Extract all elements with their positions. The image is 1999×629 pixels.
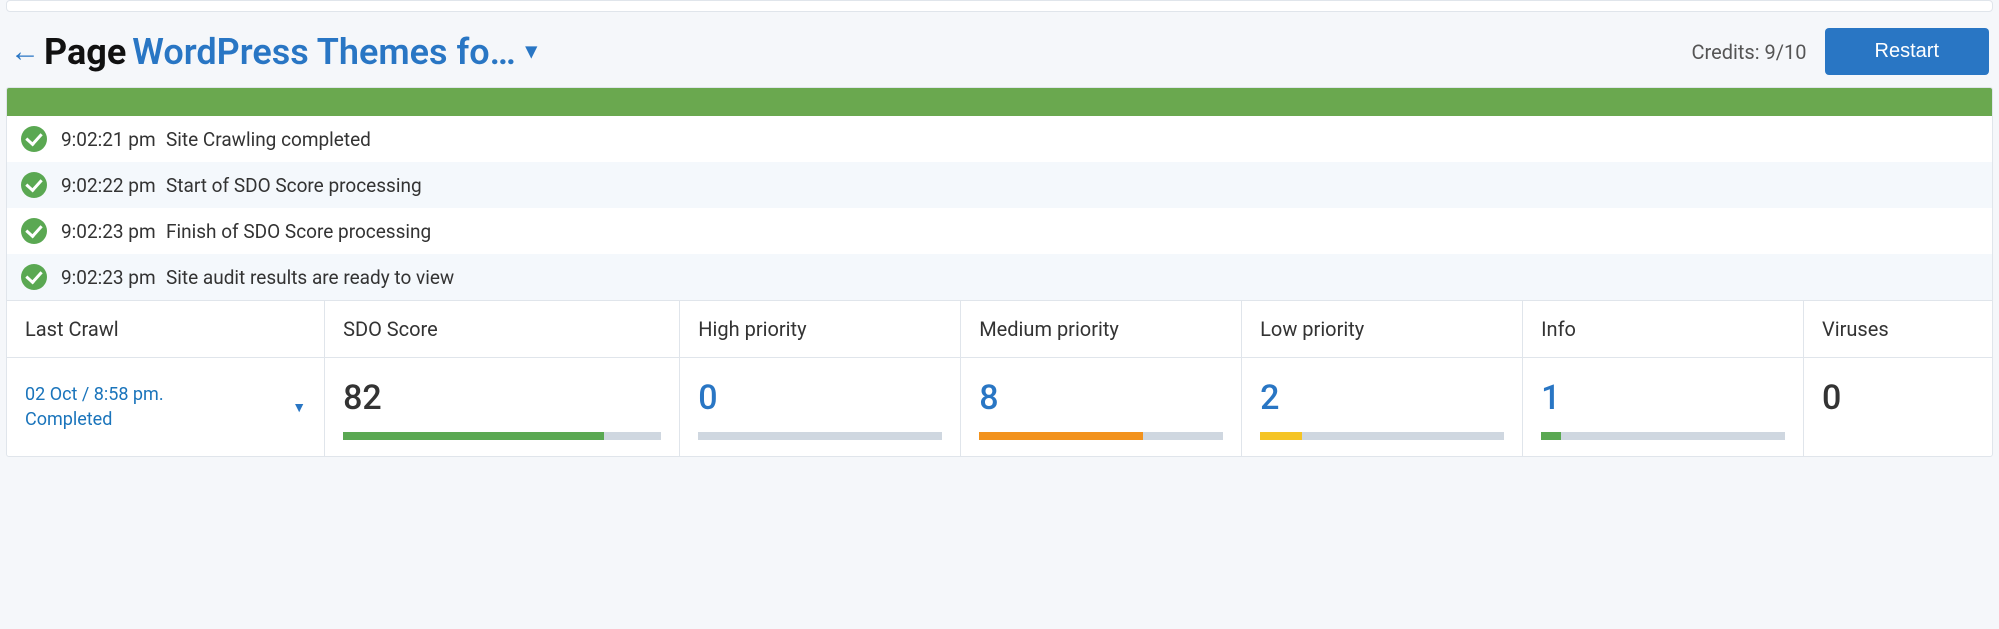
col-viruses: Viruses [1804, 301, 1992, 357]
log-row: 9:02:22 pm Start of SDO Score processing [7, 162, 1992, 208]
last-crawl-date: 02 Oct / 8:58 pm. [25, 382, 164, 407]
back-arrow-icon[interactable]: ← [10, 37, 40, 67]
credits-label: Credits: 9/10 [1692, 40, 1807, 64]
info-cell: 1 [1523, 358, 1804, 456]
low-priority-bar [1260, 432, 1504, 440]
col-medium-priority: Medium priority [961, 301, 1242, 357]
sdo-score-cell: 82 [325, 358, 680, 456]
log-message: Start of SDO Score processing [166, 174, 422, 197]
metrics-body-row: 02 Oct / 8:58 pm. Completed ▼ 82 0 8 2 1… [7, 358, 1992, 456]
page-title: Page WordPress Themes fo… ▾ [44, 31, 537, 73]
viruses-cell: 0 [1804, 358, 1992, 456]
sdo-score-value: 82 [343, 378, 661, 418]
page-header: ← Page WordPress Themes fo… ▾ Credits: 9… [0, 20, 1999, 87]
high-priority-bar [698, 432, 942, 440]
progress-complete-bar [7, 88, 1992, 116]
last-crawl-status: Completed [25, 407, 164, 432]
col-high-priority: High priority [680, 301, 961, 357]
restart-button[interactable]: Restart [1825, 28, 1989, 75]
medium-priority-cell: 8 [961, 358, 1242, 456]
previous-panel-stub [6, 0, 1993, 12]
col-last-crawl: Last Crawl [7, 301, 325, 357]
check-icon [21, 218, 47, 244]
log-time: 9:02:23 pm [61, 266, 166, 289]
check-icon [21, 264, 47, 290]
high-priority-value[interactable]: 0 [698, 378, 942, 418]
check-icon [21, 172, 47, 198]
col-info: Info [1523, 301, 1804, 357]
audit-panel: 9:02:21 pm Site Crawling completed 9:02:… [6, 87, 1993, 457]
log-time: 9:02:21 pm [61, 128, 166, 151]
page-title-link[interactable]: WordPress Themes fo… [132, 31, 515, 73]
title-dropdown-caret-icon[interactable]: ▾ [526, 39, 537, 64]
medium-priority-bar [979, 432, 1223, 440]
log-message: Site Crawling completed [166, 128, 371, 151]
log-row: 9:02:23 pm Finish of SDO Score processin… [7, 208, 1992, 254]
log-row: 9:02:21 pm Site Crawling completed [7, 116, 1992, 162]
low-priority-value[interactable]: 2 [1260, 378, 1504, 418]
log-time: 9:02:23 pm [61, 220, 166, 243]
page-title-prefix: Page [44, 31, 126, 73]
viruses-value: 0 [1822, 378, 1974, 418]
chevron-down-icon[interactable]: ▼ [292, 399, 306, 416]
medium-priority-value[interactable]: 8 [979, 378, 1223, 418]
high-priority-cell: 0 [680, 358, 961, 456]
metrics-header-row: Last Crawl SDO Score High priority Mediu… [7, 300, 1992, 358]
log-message: Finish of SDO Score processing [166, 220, 431, 243]
info-value[interactable]: 1 [1541, 378, 1785, 418]
check-icon [21, 126, 47, 152]
log-time: 9:02:22 pm [61, 174, 166, 197]
log-row: 9:02:23 pm Site audit results are ready … [7, 254, 1992, 300]
low-priority-cell: 2 [1242, 358, 1523, 456]
sdo-score-bar [343, 432, 661, 440]
log-message: Site audit results are ready to view [166, 266, 454, 289]
info-bar [1541, 432, 1785, 440]
last-crawl-cell[interactable]: 02 Oct / 8:58 pm. Completed ▼ [7, 358, 325, 456]
col-low-priority: Low priority [1242, 301, 1523, 357]
last-crawl-dropdown[interactable]: 02 Oct / 8:58 pm. Completed [25, 382, 164, 432]
col-sdo-score: SDO Score [325, 301, 680, 357]
